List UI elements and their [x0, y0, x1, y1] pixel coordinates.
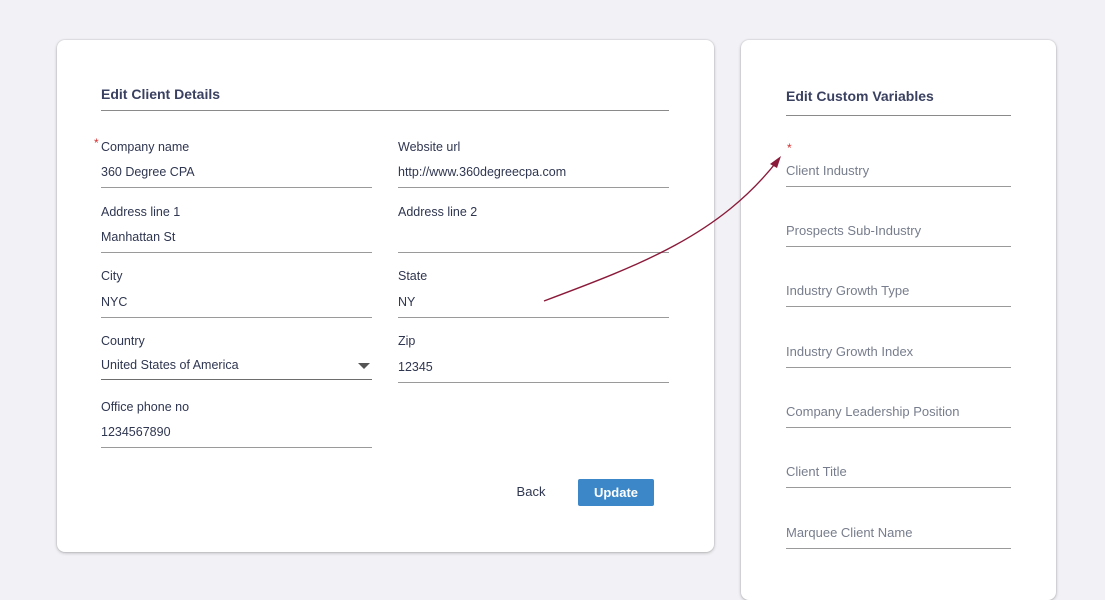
- field-underline: [786, 548, 1011, 549]
- company-name-field[interactable]: Company name 360 Degree CPA: [101, 140, 372, 188]
- marquee-client-name-placeholder: Marquee Client Name: [786, 525, 913, 540]
- field-underline: [398, 187, 669, 188]
- city-input[interactable]: NYC: [101, 295, 127, 309]
- country-label: Country: [101, 334, 145, 348]
- update-button[interactable]: Update: [578, 479, 654, 506]
- address-line-2-field[interactable]: Address line 2: [398, 205, 669, 253]
- address-line-1-input[interactable]: Manhattan St: [101, 230, 175, 244]
- title-divider: [101, 110, 669, 111]
- field-underline: [101, 252, 372, 253]
- custom-variables-card: Edit Custom Variables * Client Industry …: [741, 40, 1056, 600]
- required-asterisk: *: [94, 136, 99, 150]
- state-input[interactable]: NY: [398, 295, 415, 309]
- field-underline: [786, 186, 1011, 187]
- state-label: State: [398, 269, 428, 283]
- required-asterisk: *: [787, 141, 792, 155]
- prospects-sub-industry-placeholder: Prospects Sub-Industry: [786, 223, 922, 238]
- address-line-2-label: Address line 2: [398, 205, 478, 219]
- country-selected-value[interactable]: United States of America: [101, 358, 239, 372]
- field-underline: [786, 306, 1011, 307]
- address-line-1-field[interactable]: Address line 1 Manhattan St: [101, 205, 372, 253]
- field-underline: [101, 447, 372, 448]
- field-underline: [786, 427, 1011, 428]
- client-title-placeholder: Client Title: [786, 464, 847, 479]
- field-underline: [398, 317, 669, 318]
- website-url-field[interactable]: Website url http://www.360degreecpa.com: [398, 140, 669, 188]
- office-phone-label: Office phone no: [101, 400, 190, 414]
- city-field[interactable]: City NYC: [101, 269, 372, 318]
- zip-input[interactable]: 12345: [398, 360, 433, 374]
- field-underline: [786, 246, 1011, 247]
- field-underline: [101, 379, 372, 380]
- field-underline: [786, 367, 1011, 368]
- country-select[interactable]: Country United States of America: [101, 334, 372, 380]
- industry-growth-type-placeholder: Industry Growth Type: [786, 283, 910, 298]
- zip-label: Zip: [398, 334, 416, 348]
- company-name-label: Company name: [101, 140, 190, 154]
- custom-variables-title: Edit Custom Variables: [786, 88, 934, 104]
- website-url-label: Website url: [398, 140, 461, 154]
- client-details-title: Edit Client Details: [101, 86, 221, 102]
- office-phone-input[interactable]: 1234567890: [101, 425, 171, 439]
- zip-field[interactable]: Zip 12345: [398, 334, 669, 383]
- client-details-card: Edit Client Details * Company name 360 D…: [57, 40, 714, 552]
- field-underline: [398, 252, 669, 253]
- back-button[interactable]: Back: [507, 478, 555, 506]
- city-label: City: [101, 269, 123, 283]
- company-name-input[interactable]: 360 Degree CPA: [101, 165, 195, 179]
- company-leadership-position-placeholder: Company Leadership Position: [786, 404, 960, 419]
- field-underline: [398, 382, 669, 383]
- address-line-1-label: Address line 1: [101, 205, 181, 219]
- state-field[interactable]: State NY: [398, 269, 669, 318]
- title-divider: [786, 115, 1011, 116]
- chevron-down-icon[interactable]: [358, 363, 370, 369]
- field-underline: [101, 187, 372, 188]
- industry-growth-index-placeholder: Industry Growth Index: [786, 344, 914, 359]
- office-phone-field[interactable]: Office phone no 1234567890: [101, 400, 372, 448]
- field-underline: [786, 487, 1011, 488]
- website-url-input[interactable]: http://www.360degreecpa.com: [398, 165, 566, 179]
- client-industry-placeholder: Client Industry: [786, 163, 870, 178]
- field-underline: [101, 317, 372, 318]
